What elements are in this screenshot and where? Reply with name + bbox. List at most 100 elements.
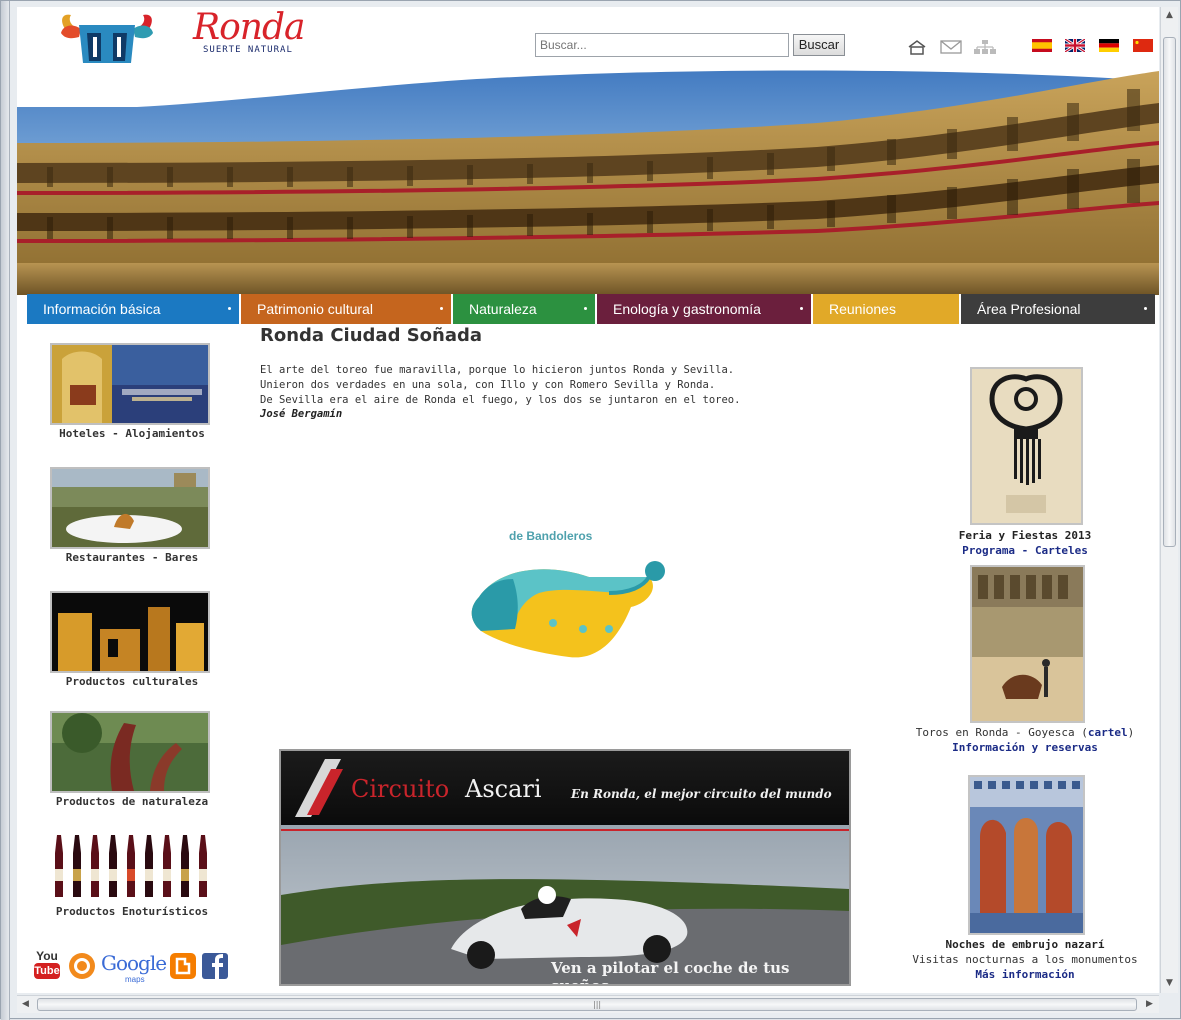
goyesca-poster-image xyxy=(972,567,1083,721)
quote-line: De Sevilla era el aire de Ronda el fuego… xyxy=(260,394,741,406)
toros-info-link[interactable]: Información y reservas xyxy=(952,741,1098,754)
ad-tagline: En Ronda, el mejor circuito del mundo xyxy=(571,787,832,801)
vertical-scroll-thumb[interactable] xyxy=(1163,37,1176,547)
browser-window: Ronda SUERTE NATURAL Buscar... Buscar In… xyxy=(0,0,1181,1020)
youtube-you-text: You xyxy=(36,949,58,963)
page-title: Ronda Ciudad Soñada xyxy=(260,325,483,346)
toros-close: ) xyxy=(1127,726,1135,739)
restaurants-thumbnail[interactable] xyxy=(50,467,210,549)
youtube-icon[interactable]: You Tube xyxy=(33,949,61,981)
feria-poster-image xyxy=(972,369,1081,523)
ascari-logo-icon xyxy=(295,759,343,817)
nav-patrimonio-cultural[interactable]: Patrimonio cultural xyxy=(241,294,453,324)
feria-title: Feria y Fiestas 2013 xyxy=(958,529,1092,542)
nav-label: Reuniones xyxy=(829,301,896,317)
brand-logo[interactable]: Ronda SUERTE NATURAL xyxy=(193,7,353,59)
scroll-right-arrow-icon[interactable]: ▶ xyxy=(1141,996,1158,1013)
scroll-left-arrow-icon[interactable]: ◀ xyxy=(17,996,34,1013)
cultural-products-thumbnail[interactable] xyxy=(50,591,210,673)
google-text: Google xyxy=(101,951,167,975)
google-maps-text: maps xyxy=(125,975,145,984)
quote-text: El arte del toreo fue maravilla, porque … xyxy=(260,363,740,408)
nature-products-thumbnail[interactable] xyxy=(50,711,210,793)
hotels-image xyxy=(52,345,208,423)
feria-separator: - xyxy=(1015,544,1035,557)
noches-poster-image xyxy=(970,777,1083,933)
quote-author: José Bergamín xyxy=(260,408,343,420)
sidebar-wine-link[interactable]: Productos Enoturísticos xyxy=(27,905,237,918)
noches-info-link[interactable]: Más información xyxy=(975,968,1074,981)
rss-circle-icon[interactable] xyxy=(67,949,97,981)
quote-line: Unieron dos verdades en una sola, con Il… xyxy=(260,379,716,391)
nav-dropdown-icon xyxy=(440,307,443,310)
search-input[interactable] xyxy=(535,33,789,57)
nav-dropdown-icon xyxy=(1144,307,1147,310)
home-icon[interactable] xyxy=(907,39,927,55)
nav-dropdown-icon xyxy=(584,307,587,310)
quote-line: El arte del toreo fue maravilla, porque … xyxy=(260,364,735,376)
brand-name: Ronda xyxy=(193,7,305,48)
toros-cartel-link[interactable]: cartel xyxy=(1088,726,1128,739)
feria-programa-link[interactable]: Programa xyxy=(962,544,1015,557)
scroll-down-arrow-icon[interactable]: ▼ xyxy=(1161,975,1178,992)
feria-poster-thumbnail[interactable] xyxy=(970,367,1083,525)
nav-dropdown-icon xyxy=(228,307,231,310)
nav-dropdown-icon xyxy=(800,307,803,310)
hotels-thumbnail[interactable] xyxy=(50,343,210,425)
nav-area-profesional[interactable]: Área Profesional xyxy=(961,294,1155,324)
nav-label: Patrimonio cultural xyxy=(257,301,373,317)
google-maps-icon[interactable]: Google maps xyxy=(101,949,167,984)
blogger-icon[interactable] xyxy=(169,949,197,981)
nature-products-image xyxy=(52,713,208,791)
horizontal-scrollbar[interactable]: ◀ ||| ▶ xyxy=(17,995,1159,1013)
goyesca-poster-thumbnail[interactable] xyxy=(970,565,1085,723)
ad-header: Circuito Ascari En Ronda, el mejor circu… xyxy=(281,751,849,825)
nav-label: Enología y gastronomía xyxy=(613,301,761,317)
flag-uk-icon[interactable] xyxy=(1065,39,1085,52)
bandoleros-text[interactable]: de Bandoleros xyxy=(509,529,592,543)
noches-subtitle: Visitas nocturnas a los monumentos xyxy=(912,953,1138,966)
mail-icon[interactable] xyxy=(939,39,963,55)
toros-text: Toros en Ronda - Goyesca ( xyxy=(915,726,1088,739)
brand-tagline: SUERTE NATURAL xyxy=(203,45,293,55)
cultural-products-image xyxy=(52,593,208,671)
noches-title: Noches de embrujo nazarí xyxy=(945,938,1105,951)
horizontal-scroll-thumb[interactable]: ||| xyxy=(37,998,1137,1011)
window-left-rail xyxy=(1,1,10,1020)
wine-bottles-thumbnail[interactable] xyxy=(51,833,211,899)
circuito-ascari-ad[interactable]: Circuito Ascari En Ronda, el mejor circu… xyxy=(279,749,851,986)
ad-brand-circuito: Circuito xyxy=(351,775,450,803)
feria-carteles-link[interactable]: Carteles xyxy=(1035,544,1088,557)
vertical-scrollbar[interactable]: ▲ ▼ xyxy=(1160,7,1178,993)
sidebar-hotels-link[interactable]: Hoteles - Alojamientos xyxy=(27,427,237,440)
toros-block: Toros en Ronda - Goyesca (cartel) Inform… xyxy=(897,725,1153,755)
flag-germany-icon[interactable] xyxy=(1099,39,1119,52)
feria-block: Feria y Fiestas 2013 Programa - Carteles xyxy=(897,528,1153,558)
ad-brand-ascari: Ascari xyxy=(465,775,542,803)
nav-label: Naturaleza xyxy=(469,301,537,317)
youtube-tube-text: Tube xyxy=(34,963,60,979)
scroll-grip-icon: ||| xyxy=(593,1000,602,1009)
search-button[interactable]: Buscar xyxy=(793,34,845,56)
nav-reuniones[interactable]: Reuniones xyxy=(813,294,961,324)
nav-enologia-gastronomia[interactable]: Enología y gastronomía xyxy=(597,294,813,324)
nav-label: Información básica xyxy=(43,301,161,317)
restaurants-image xyxy=(52,469,208,547)
facebook-icon[interactable] xyxy=(201,949,229,981)
scroll-up-arrow-icon[interactable]: ▲ xyxy=(1161,7,1178,24)
ad-cta: Ven a pilotar el coche de tus sueños xyxy=(551,959,790,986)
sidebar-restaurants-link[interactable]: Restaurantes - Bares xyxy=(27,551,237,564)
sitemap-icon[interactable] xyxy=(973,39,997,55)
nav-naturaleza[interactable]: Naturaleza xyxy=(453,294,597,324)
flag-china-icon[interactable] xyxy=(1133,39,1153,52)
noches-poster-thumbnail[interactable] xyxy=(968,775,1085,935)
nav-informacion-basica[interactable]: Información básica xyxy=(27,294,241,324)
sidebar-nature-link[interactable]: Productos de naturaleza xyxy=(27,795,237,808)
noches-block: Noches de embrujo nazarí Visitas nocturn… xyxy=(897,937,1153,982)
bandoleros-horn-icon[interactable] xyxy=(459,557,689,677)
sidebar-cultural-link[interactable]: Productos culturales xyxy=(27,675,237,688)
nav-label: Área Profesional xyxy=(977,301,1081,317)
flag-spain-icon[interactable] xyxy=(1032,39,1052,52)
page-viewport: Ronda SUERTE NATURAL Buscar... Buscar In… xyxy=(17,7,1159,993)
bullring-banner xyxy=(17,63,1159,295)
